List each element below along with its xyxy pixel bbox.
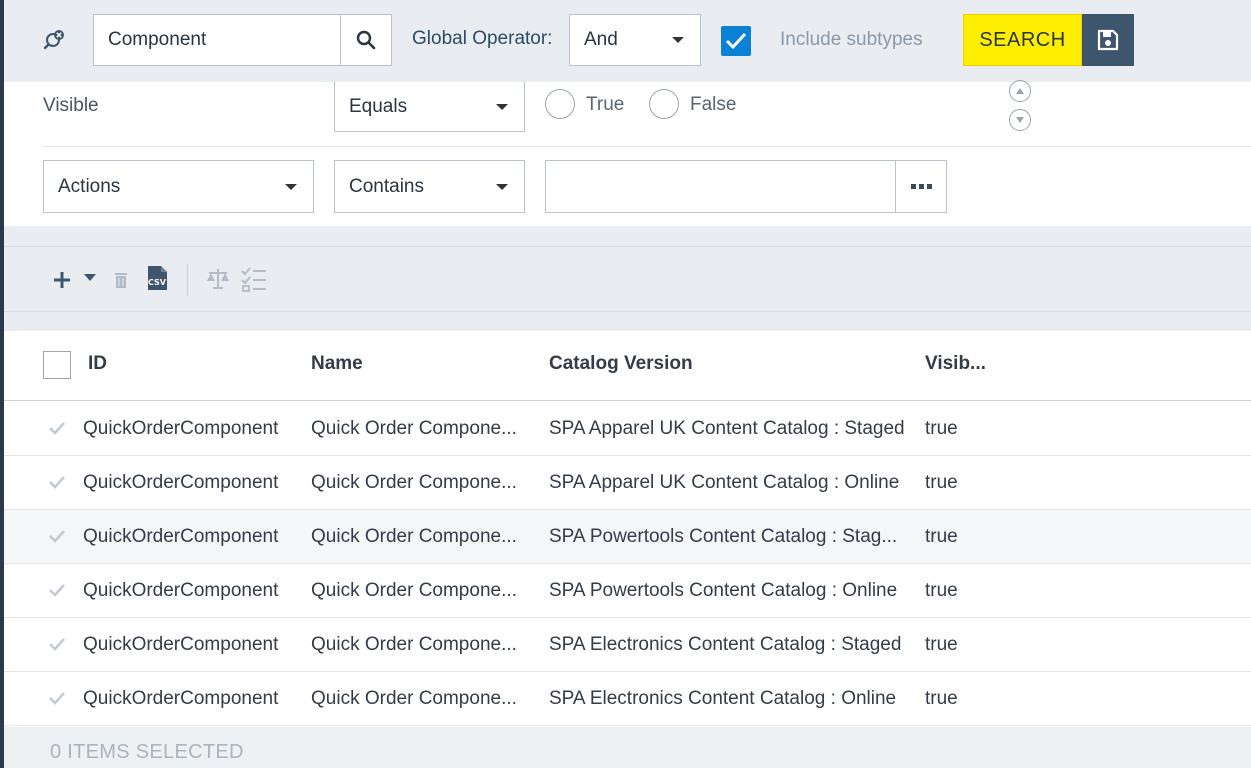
- radio-false[interactable]: [649, 89, 679, 119]
- cell-visible: true: [925, 688, 958, 709]
- more-options-button[interactable]: [895, 160, 947, 213]
- criteria-operator-value: Equals: [349, 95, 408, 117]
- cell-catalog: SPA Apparel UK Content Catalog : Staged: [549, 418, 905, 439]
- table-row[interactable]: QuickOrderComponent Quick Order Compone.…: [4, 456, 1251, 510]
- global-operator-select[interactable]: And: [569, 14, 701, 66]
- criteria-field-value: Actions: [58, 175, 121, 197]
- search-input[interactable]: Component: [93, 14, 341, 66]
- cell-visible: true: [925, 634, 958, 655]
- chevron-down-icon: [672, 37, 684, 43]
- global-operator-label: Global Operator:: [412, 28, 553, 49]
- search-criteria-panel: Visible Equals True False Actions Contai…: [4, 80, 1251, 226]
- toolbar-separator: [187, 264, 188, 296]
- cell-name: Quick Order Compone...: [311, 418, 517, 439]
- radio-true-label: True: [586, 94, 625, 115]
- cell-visible: true: [925, 418, 958, 439]
- advanced-search-toggle-icon[interactable]: [43, 28, 70, 54]
- criteria-field-select[interactable]: Actions: [43, 160, 314, 213]
- cell-visible: true: [925, 472, 958, 493]
- cell-catalog: SPA Powertools Content Catalog : Online: [549, 580, 898, 601]
- svg-text:CSV: CSV: [148, 278, 167, 287]
- chevron-down-icon: [496, 103, 508, 110]
- global-operator-value: And: [584, 29, 618, 50]
- search-icon-button[interactable]: [340, 14, 392, 66]
- cell-id: QuickOrderComponent: [83, 580, 279, 601]
- column-header-name[interactable]: Name: [311, 353, 363, 375]
- cell-name: Quick Order Compone...: [311, 472, 517, 493]
- ellipsis-icon: [918, 184, 924, 189]
- chevron-down-icon: [496, 183, 508, 190]
- criteria-operator-select[interactable]: Equals: [334, 82, 525, 132]
- cell-id: QuickOrderComponent: [83, 472, 279, 493]
- row-check-icon[interactable]: [48, 636, 66, 652]
- row-check-icon[interactable]: [48, 528, 66, 544]
- cell-id: QuickOrderComponent: [83, 418, 279, 439]
- divider: [4, 311, 1251, 312]
- criteria-operator-select[interactable]: Contains: [334, 160, 525, 213]
- table-row[interactable]: QuickOrderComponent Quick Order Compone.…: [4, 510, 1251, 564]
- radio-true[interactable]: [545, 89, 575, 119]
- row-check-icon[interactable]: [48, 420, 66, 436]
- criteria-field-visible: Visible: [43, 95, 99, 116]
- cell-name: Quick Order Compone...: [311, 634, 517, 655]
- cell-catalog: SPA Apparel UK Content Catalog : Online: [549, 472, 900, 493]
- row-check-icon[interactable]: [48, 474, 66, 490]
- table-row[interactable]: QuickOrderComponent Quick Order Compone.…: [4, 618, 1251, 672]
- move-down-icon[interactable]: [1009, 109, 1031, 131]
- row-check-icon[interactable]: [48, 690, 66, 706]
- table-row[interactable]: QuickOrderComponent Quick Order Compone.…: [4, 402, 1251, 456]
- column-header-visible[interactable]: Visib...: [925, 353, 986, 375]
- grid-header: ID Name Catalog Version Visib...: [4, 331, 1251, 401]
- ellipsis-icon: [910, 184, 916, 189]
- include-subtypes-label: Include subtypes: [780, 29, 923, 50]
- column-header-catalog-version[interactable]: Catalog Version: [549, 353, 693, 375]
- radio-false-label: False: [690, 94, 737, 115]
- select-all-checkbox[interactable]: [43, 351, 71, 379]
- save-search-button[interactable]: [1082, 14, 1134, 66]
- compare-icon[interactable]: [205, 266, 231, 292]
- search-button[interactable]: SEARCH: [963, 14, 1082, 66]
- save-icon: [1097, 29, 1119, 51]
- table-row[interactable]: QuickOrderComponent Quick Order Compone.…: [4, 564, 1251, 618]
- divider: [4, 246, 1251, 247]
- criteria-operator-value: Contains: [349, 175, 424, 197]
- ellipsis-icon: [926, 184, 932, 189]
- cell-name: Quick Order Compone...: [311, 526, 517, 547]
- cell-name: Quick Order Compone...: [311, 580, 517, 601]
- search-icon: [356, 30, 376, 50]
- cell-name: Quick Order Compone...: [311, 688, 517, 709]
- list-toolbar: CSV: [4, 226, 1251, 331]
- checkmark-icon: [725, 32, 747, 50]
- cell-id: QuickOrderComponent: [83, 634, 279, 655]
- move-up-icon[interactable]: [1009, 80, 1031, 102]
- search-bar: Component Global Operator: And Include s…: [4, 0, 1251, 82]
- add-icon[interactable]: [51, 269, 73, 291]
- include-subtypes-checkbox[interactable]: [721, 26, 751, 56]
- table-row[interactable]: QuickOrderComponent Quick Order Compone.…: [4, 672, 1251, 726]
- selection-footer: 0 ITEMS SELECTED: [4, 727, 1251, 768]
- cell-catalog: SPA Powertools Content Catalog : Stag...: [549, 526, 898, 547]
- criteria-divider: [43, 146, 1251, 147]
- results-grid: ID Name Catalog Version Visib... QuickOr…: [4, 331, 1251, 727]
- cell-catalog: SPA Electronics Content Catalog : Staged: [549, 634, 902, 655]
- criteria-value-input[interactable]: [545, 160, 896, 213]
- chevron-down-icon: [285, 183, 297, 190]
- delete-icon[interactable]: [112, 269, 130, 291]
- cell-catalog: SPA Electronics Content Catalog : Online: [549, 688, 897, 709]
- cell-visible: true: [925, 580, 958, 601]
- cell-visible: true: [925, 526, 958, 547]
- row-check-icon[interactable]: [48, 582, 66, 598]
- items-selected-count: 0 ITEMS SELECTED: [50, 741, 244, 763]
- csv-export-icon[interactable]: CSV: [146, 265, 170, 291]
- dropdown-caret-icon[interactable]: [83, 273, 97, 283]
- checklist-icon[interactable]: [240, 265, 268, 293]
- cell-id: QuickOrderComponent: [83, 688, 279, 709]
- cell-id: QuickOrderComponent: [83, 526, 279, 547]
- column-header-id[interactable]: ID: [88, 353, 107, 375]
